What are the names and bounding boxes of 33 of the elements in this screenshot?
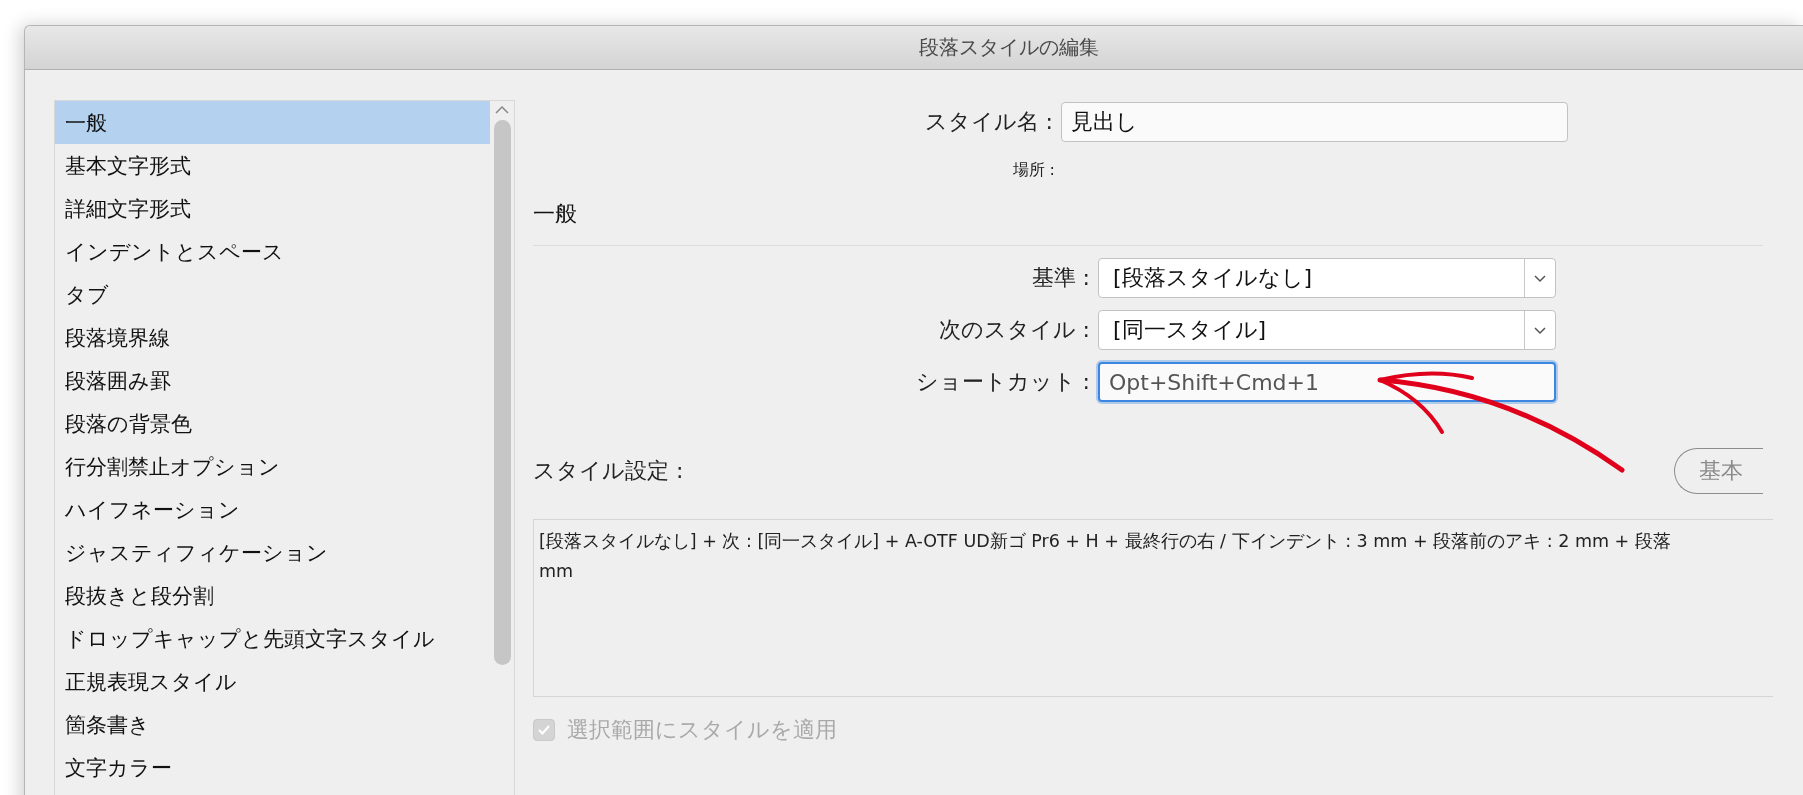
style-name-field[interactable]: 見出し xyxy=(1061,102,1568,142)
section-title: 一般 xyxy=(533,200,578,228)
field-label: 基準 : xyxy=(1030,264,1090,292)
category-item[interactable]: 段落境界線 xyxy=(55,316,490,359)
style-summary-field: [段落スタイルなし] + 次 : [同一スタイル] + A-OTF UD新ゴ Pr6 + H + 最終行の右 / 下インデント : 3 mm + 段落前のアキ : 2 mm + 段落 mm xyxy=(533,519,1773,697)
category-item[interactable]: 文字カラー xyxy=(55,746,490,789)
style-name-label: スタイル名 : xyxy=(923,108,1053,136)
window-title: 段落スタイルの編集 xyxy=(919,34,1099,61)
style-settings-label: スタイル設定 : xyxy=(533,457,685,485)
style-dropdown[interactable]: [段落スタイルなし] xyxy=(1098,258,1556,298)
category-item[interactable]: 段落囲み罫 xyxy=(55,359,490,402)
category-item[interactable]: 行分割禁止オプション xyxy=(55,445,490,488)
location-label: 場所 : xyxy=(1011,160,1055,181)
category-item[interactable]: 段落の背景色 xyxy=(55,402,490,445)
category-item[interactable]: タブ xyxy=(55,273,490,316)
checkmark-icon xyxy=(537,724,551,736)
scroll-up-icon[interactable] xyxy=(495,105,509,114)
category-item[interactable]: 詳細文字形式 xyxy=(55,187,490,230)
category-item[interactable]: ハイフネーション xyxy=(55,488,490,531)
category-item[interactable]: インデントとスペース xyxy=(55,230,490,273)
category-item[interactable]: 一般 xyxy=(55,101,490,144)
category-item[interactable]: 段抜きと段分割 xyxy=(55,574,490,617)
category-item[interactable]: 箇条書き xyxy=(55,703,490,746)
category-item[interactable]: ジャスティフィケーション xyxy=(55,531,490,574)
scrollbar-thumb[interactable] xyxy=(493,120,511,665)
category-item[interactable]: 基本文字形式 xyxy=(55,144,490,187)
category-item[interactable]: 正規表現スタイル xyxy=(55,660,490,703)
checkbox-label: 選択範囲にスタイルを適用 xyxy=(567,716,837,744)
field-label: 次のスタイル : xyxy=(937,316,1090,344)
style-dropdown[interactable]: [同一スタイル] xyxy=(1098,310,1556,350)
category-item[interactable]: ドロップキャップと先頭文字スタイル xyxy=(55,617,490,660)
field-label: ショートカット : xyxy=(914,368,1090,396)
shortcut-field[interactable]: Opt+Shift+Cmd+1 xyxy=(1098,362,1556,402)
